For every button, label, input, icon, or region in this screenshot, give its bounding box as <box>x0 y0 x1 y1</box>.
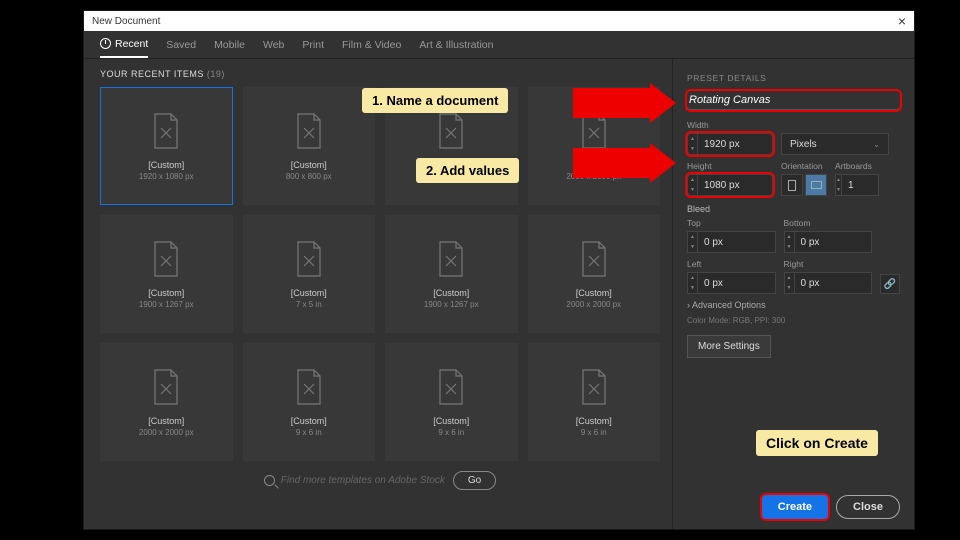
height-input[interactable]: ▲▼ <box>687 174 773 196</box>
document-icon <box>294 240 324 278</box>
document-icon <box>151 368 181 406</box>
document-icon <box>294 368 324 406</box>
preset-card[interactable]: [Custom] 2000 x 2000 px <box>385 87 518 205</box>
width-input[interactable]: ▲▼ <box>687 133 773 155</box>
preset-card[interactable]: [Custom] 2000 x 2000 px <box>100 343 233 461</box>
preset-dims: 2000 x 2000 px <box>424 172 479 181</box>
preset-card[interactable]: [Custom] 2000 x 2000 px <box>528 215 661 333</box>
tab-film-video[interactable]: Film & Video <box>342 31 401 58</box>
preset-card[interactable]: [Custom] 1920 x 1080 px <box>100 87 233 205</box>
preset-label: [Custom] <box>148 288 184 298</box>
tab-saved[interactable]: Saved <box>166 31 196 58</box>
document-icon <box>579 240 609 278</box>
stock-search-row: Find more templates on Adobe Stock Go <box>100 471 660 490</box>
bleed-link-button[interactable]: 🔗 <box>880 274 900 294</box>
document-icon <box>436 240 466 278</box>
color-mode-text: Color Mode: RGB, PPI: 300 <box>687 316 900 325</box>
main-area: YOUR RECENT ITEMS (19) [Custom] 1920 x 10… <box>84 59 914 529</box>
bleed-label: Bleed <box>687 204 900 214</box>
preset-label: [Custom] <box>433 288 469 298</box>
preset-card[interactable]: [Custom] 9 x 6 in <box>385 343 518 461</box>
preset-card[interactable]: [Custom] 1900 x 1267 px <box>385 215 518 333</box>
preset-label: [Custom] <box>433 416 469 426</box>
stock-search-placeholder: Find more templates on Adobe Stock <box>281 475 445 486</box>
preset-card[interactable]: [Custom] 1900 x 1267 px <box>100 215 233 333</box>
close-button[interactable]: Close <box>836 495 900 519</box>
preset-dims: 9 x 6 in <box>581 428 607 437</box>
preset-dims: 1920 x 1080 px <box>139 172 194 181</box>
document-icon <box>436 112 466 150</box>
preset-grid: [Custom] 1920 x 1080 px [Custom] 800 x 800 … <box>100 87 660 461</box>
tab-print[interactable]: Print <box>302 31 324 58</box>
document-icon <box>579 112 609 150</box>
stock-search[interactable]: Find more templates on Adobe Stock <box>264 475 445 486</box>
bleed-right-input[interactable]: ▲▼ <box>784 272 873 294</box>
preset-card[interactable]: [Custom] 2000 x 2000 px <box>528 87 661 205</box>
preset-details-panel: PRESET DETAILS Width ▲▼ Pixels⌄ Height ▲… <box>672 59 914 529</box>
bleed-left-input[interactable]: ▲▼ <box>687 272 776 294</box>
preset-dims: 7 x 5 in <box>296 300 322 309</box>
preset-label: [Custom] <box>291 288 327 298</box>
category-tabs: Recent Saved Mobile Web Print Film & Vid… <box>84 31 914 59</box>
height-label: Height <box>687 161 773 171</box>
titlebar: New Document × <box>84 11 914 31</box>
preset-dims: 800 x 800 px <box>286 172 332 181</box>
units-select[interactable]: Pixels⌄ <box>781 133 889 155</box>
clock-icon <box>100 38 111 49</box>
tab-web[interactable]: Web <box>263 31 284 58</box>
preset-grid-panel: YOUR RECENT ITEMS (19) [Custom] 1920 x 10… <box>84 59 672 529</box>
tab-art-illustration[interactable]: Art & Illustration <box>419 31 493 58</box>
document-icon <box>436 368 466 406</box>
preset-label: [Custom] <box>291 416 327 426</box>
preset-dims: 1900 x 1267 px <box>139 300 194 309</box>
orientation-label: Orientation <box>781 161 827 171</box>
dialog-title: New Document <box>92 16 160 27</box>
preset-dims: 2000 x 2000 px <box>139 428 194 437</box>
preset-card[interactable]: [Custom] 800 x 800 px <box>243 87 376 205</box>
preset-label: [Custom] <box>576 416 612 426</box>
preset-dims: 2000 x 2000 px <box>566 172 621 181</box>
preset-details-header: PRESET DETAILS <box>687 73 900 83</box>
document-icon <box>151 240 181 278</box>
preset-dims: 9 x 6 in <box>438 428 464 437</box>
preset-label: [Custom] <box>433 160 469 170</box>
preset-label: [Custom] <box>576 288 612 298</box>
document-icon <box>294 112 324 150</box>
preset-dims: 2000 x 2000 px <box>566 300 621 309</box>
more-settings-button[interactable]: More Settings <box>687 335 771 358</box>
preset-label: [Custom] <box>576 160 612 170</box>
orientation-landscape[interactable] <box>805 174 827 196</box>
chevron-down-icon: ⌄ <box>873 140 880 149</box>
preset-label: [Custom] <box>148 416 184 426</box>
preset-card[interactable]: [Custom] 9 x 6 in <box>243 343 376 461</box>
preset-label: [Custom] <box>148 160 184 170</box>
preset-dims: 9 x 6 in <box>296 428 322 437</box>
close-window-icon[interactable]: × <box>898 13 906 29</box>
link-icon: 🔗 <box>884 279 896 290</box>
create-button[interactable]: Create <box>762 495 828 519</box>
artboards-label: Artboards <box>835 161 879 171</box>
document-icon <box>579 368 609 406</box>
orientation-portrait[interactable] <box>781 174 803 196</box>
preset-dims: 1900 x 1267 px <box>424 300 479 309</box>
search-icon <box>264 475 275 486</box>
bleed-bottom-input[interactable]: ▲▼ <box>784 231 873 253</box>
document-icon <box>151 112 181 150</box>
bleed-top-input[interactable]: ▲▼ <box>687 231 776 253</box>
new-document-dialog: New Document × Recent Saved Mobile Web P… <box>83 10 915 530</box>
artboards-input[interactable]: ▲▼ <box>835 174 879 196</box>
preset-card[interactable]: [Custom] 7 x 5 in <box>243 215 376 333</box>
width-label: Width <box>687 120 900 130</box>
advanced-options-toggle[interactable]: › Advanced Options <box>687 300 900 310</box>
preset-card[interactable]: [Custom] 9 x 6 in <box>528 343 661 461</box>
recent-items-header: YOUR RECENT ITEMS (19) <box>100 69 660 79</box>
go-button[interactable]: Go <box>453 471 496 490</box>
document-name-input[interactable] <box>687 91 900 110</box>
tab-mobile[interactable]: Mobile <box>214 31 245 58</box>
preset-label: [Custom] <box>291 160 327 170</box>
tab-recent[interactable]: Recent <box>100 31 148 58</box>
